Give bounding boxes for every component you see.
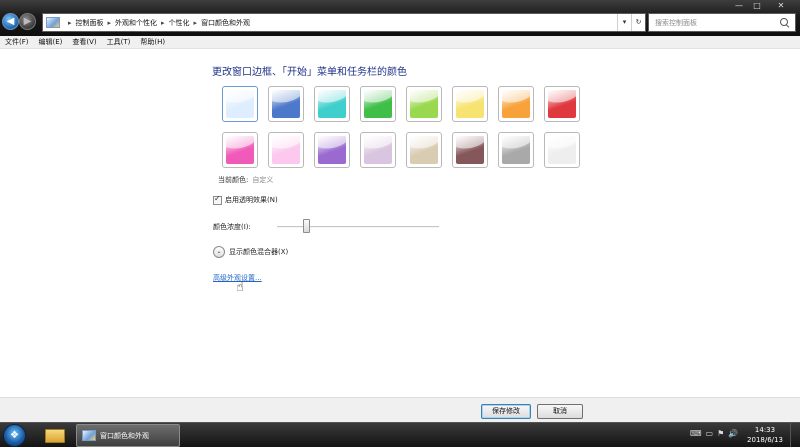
color-swatch-pumpkin[interactable]	[498, 86, 534, 122]
color-swatch-chocolate[interactable]	[452, 132, 488, 168]
transparency-checkbox[interactable]	[213, 194, 222, 205]
color-swatch-fill	[410, 136, 438, 164]
color-swatch-pumpkin-light[interactable]	[452, 86, 488, 122]
color-swatch-fill	[364, 136, 392, 164]
menu-file[interactable]: 文件(F)	[0, 37, 34, 47]
clock-date: 2018/6/13	[747, 436, 783, 444]
menu-help[interactable]: 帮助(H)	[135, 37, 170, 47]
color-swatch-sky[interactable]	[222, 86, 258, 122]
show-desktop-button[interactable]	[790, 423, 800, 447]
color-swatch-fill	[318, 90, 346, 118]
chevron-right-icon: ▸	[68, 18, 72, 27]
content-area: 更改窗口边框、「开始」菜单和任务栏的颜色 当前颜色:自定义 启用透明效果(N) …	[0, 49, 800, 397]
minimize-button[interactable]: —	[730, 0, 748, 12]
maximize-button[interactable]: □	[748, 0, 766, 12]
color-swatch-violet[interactable]	[314, 132, 350, 168]
color-swatch-fill	[364, 90, 392, 118]
start-button[interactable]: ❖	[3, 424, 26, 447]
close-button[interactable]: ✕	[766, 0, 796, 12]
current-color-label: 当前颜色:	[218, 176, 249, 184]
chevron-right-icon[interactable]: ▸	[161, 19, 165, 27]
color-swatch-fill	[318, 136, 346, 164]
breadcrumb-appearance[interactable]: 外观和个性化	[115, 18, 157, 28]
color-swatch-fill	[226, 136, 254, 164]
transparency-option[interactable]: 启用透明效果(N)	[213, 194, 278, 205]
chevron-down-icon[interactable]: ⌄	[213, 246, 225, 258]
caption-buttons: — □ ✕	[730, 0, 796, 12]
menu-edit[interactable]: 编辑(E)	[34, 37, 68, 47]
clock-time: 14:33	[754, 426, 776, 434]
color-swatch-ruby[interactable]	[544, 86, 580, 122]
refresh-icon[interactable]: ↻	[631, 14, 645, 31]
cancel-button[interactable]: 取消	[537, 404, 583, 419]
breadcrumb-personalization[interactable]: 个性化	[169, 18, 190, 28]
color-mixer-toggle[interactable]: ⌄ 显示颜色混合器(X)	[213, 246, 288, 258]
color-swatch-fill	[502, 136, 530, 164]
color-swatch-fuchsia[interactable]	[222, 132, 258, 168]
search-placeholder: 搜索控制面板	[655, 18, 697, 27]
search-input[interactable]: 搜索控制面板	[648, 13, 796, 32]
save-changes-button[interactable]: 保存修改	[481, 404, 531, 419]
forward-button[interactable]: ▶	[19, 13, 36, 30]
color-swatch-slate[interactable]	[498, 132, 534, 168]
transparency-label[interactable]: 启用透明效果(N)	[225, 195, 278, 205]
color-swatch-blush[interactable]	[268, 132, 304, 168]
address-bar[interactable]: ▸ 控制面板 ▸ 外观和个性化 ▸ 个性化 ▸ 窗口颜色和外观 ▾ ↻	[42, 13, 646, 32]
color-swatch-fill	[456, 136, 484, 164]
chevron-right-icon[interactable]: ▸	[194, 19, 198, 27]
control-panel-icon	[46, 17, 60, 28]
flag-icon[interactable]: ⚑	[717, 429, 724, 438]
breadcrumb-control-panel[interactable]: 控制面板	[76, 18, 104, 28]
hand-cursor-icon: ☝	[236, 280, 244, 295]
title-bar: — □ ✕ ◀ ▶ ▸ 控制面板 ▸ 外观和个性化 ▸ 个性化 ▸ 窗口颜色和外…	[0, 0, 800, 36]
color-swatch-sea[interactable]	[314, 86, 350, 122]
menu-tools[interactable]: 工具(T)	[102, 37, 136, 47]
color-swatch-fill	[502, 90, 530, 118]
color-swatch-lime[interactable]	[406, 86, 442, 122]
taskbar: ❖ 窗口颜色和外观 ⌨ ▭ ⚑ 🔊 14:33 2018/6/13	[0, 422, 800, 447]
color-swatch-fill	[272, 136, 300, 164]
chevron-right-icon[interactable]: ▸	[108, 19, 112, 27]
color-swatch-fill	[272, 90, 300, 118]
monitor-icon[interactable]: ▭	[706, 429, 714, 438]
color-swatch-lavender[interactable]	[360, 132, 396, 168]
taskbar-active-window[interactable]: 窗口颜色和外观	[76, 424, 180, 447]
intensity-slider-track[interactable]	[277, 226, 439, 228]
menu-bar: 文件(F) 编辑(E) 查看(V) 工具(T) 帮助(H)	[0, 36, 800, 49]
color-swatch-taupe[interactable]	[406, 132, 442, 168]
current-color-value: 自定义	[252, 176, 274, 184]
clock[interactable]: 14:33 2018/6/13	[745, 425, 785, 445]
current-color: 当前颜色: 自定义	[218, 175, 273, 185]
taskbar-explorer[interactable]	[38, 425, 72, 446]
search-icon[interactable]	[779, 17, 791, 29]
folder-icon	[45, 429, 65, 443]
color-swatch-fill	[226, 90, 254, 118]
menu-view[interactable]: 查看(V)	[67, 37, 101, 47]
back-button[interactable]: ◀	[2, 13, 19, 30]
color-swatch-fill	[456, 90, 484, 118]
volume-icon[interactable]: 🔊	[728, 429, 738, 438]
page-title: 更改窗口边框、「开始」菜单和任务栏的颜色	[212, 67, 407, 78]
color-swatch-frost[interactable]	[544, 132, 580, 168]
keyboard-icon[interactable]: ⌨	[690, 429, 702, 438]
system-tray: ⌨ ▭ ⚑ 🔊	[690, 429, 738, 438]
color-mixer-label[interactable]: 显示颜色混合器(X)	[229, 247, 288, 257]
color-swatch-grid	[222, 86, 580, 168]
intensity-label: 颜色浓度(I):	[213, 223, 251, 231]
taskbar-window-label: 窗口颜色和外观	[100, 431, 149, 440]
control-panel-icon	[82, 430, 96, 441]
intensity-slider-thumb[interactable]	[303, 219, 311, 233]
color-swatch-twilight[interactable]	[268, 86, 304, 122]
color-swatch-fill	[548, 136, 576, 164]
footer-bar: 保存修改 取消	[0, 397, 800, 422]
breadcrumb-window-color[interactable]: 窗口颜色和外观	[201, 18, 250, 28]
color-swatch-fill	[548, 90, 576, 118]
color-swatch-fill	[410, 90, 438, 118]
color-swatch-leaf[interactable]	[360, 86, 396, 122]
address-dropdown-icon[interactable]: ▾	[617, 14, 631, 31]
